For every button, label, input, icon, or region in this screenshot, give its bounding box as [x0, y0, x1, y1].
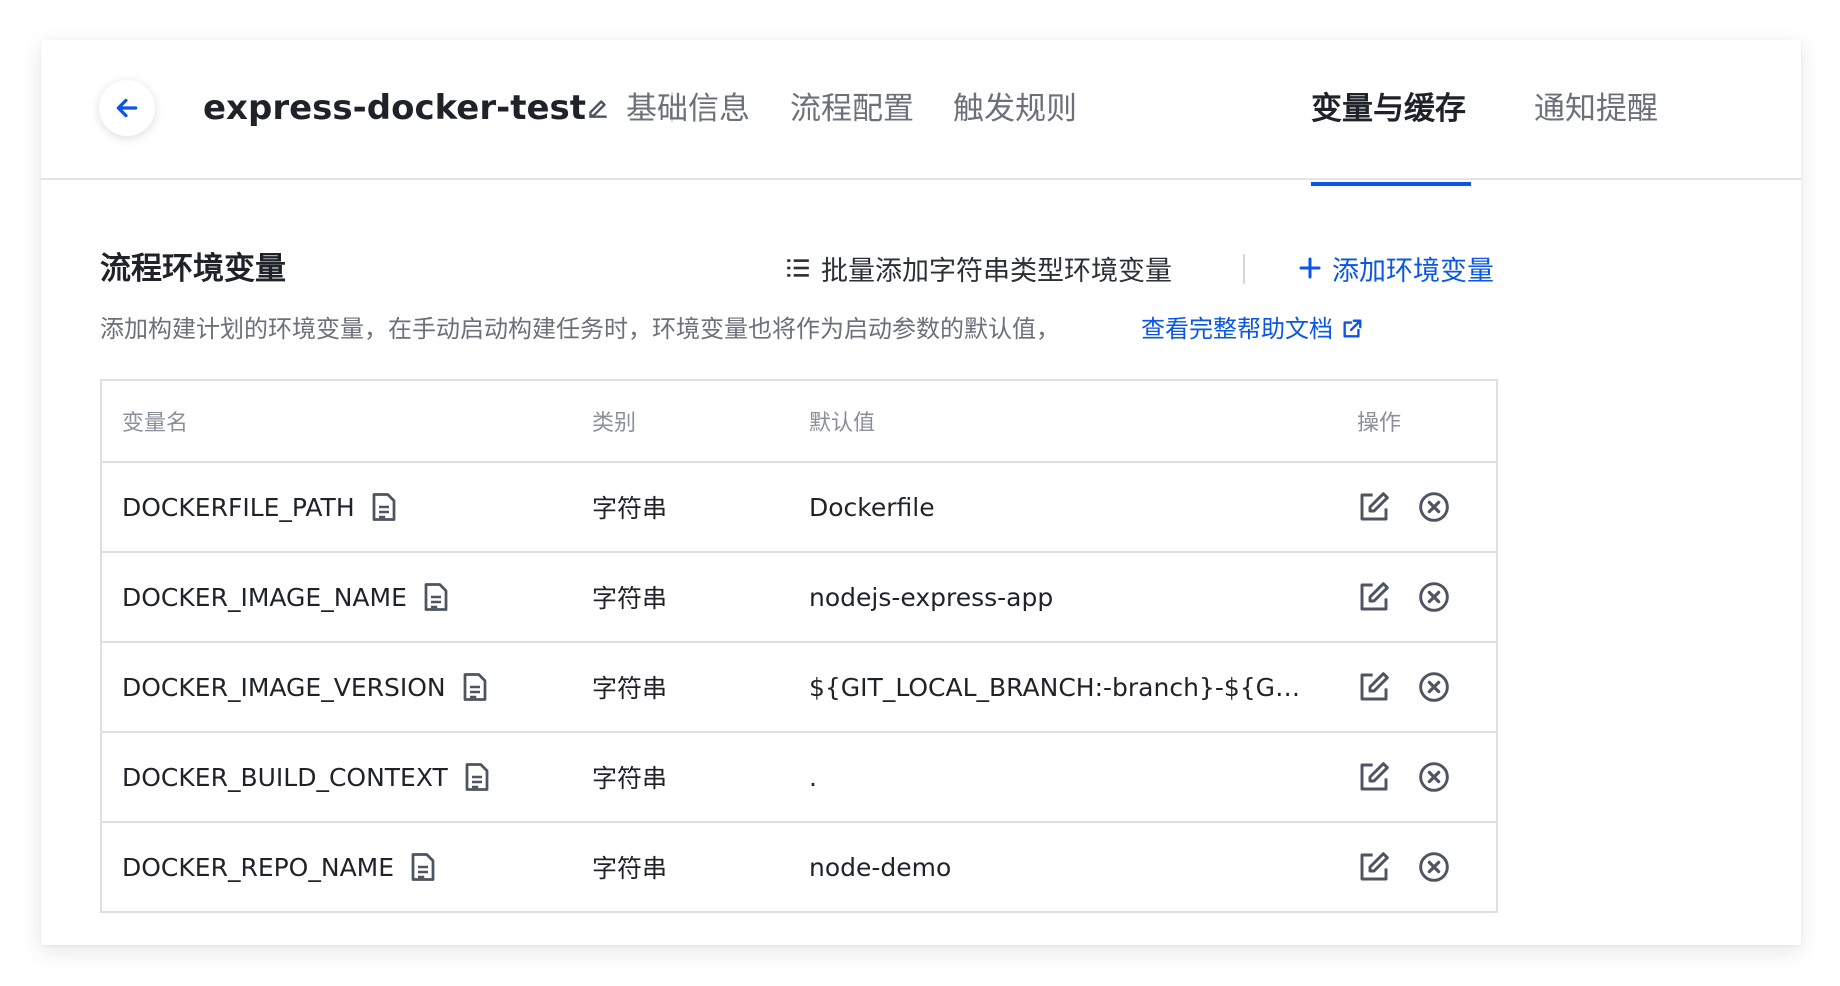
variable-default: node-demo [809, 852, 952, 882]
delete-icon[interactable] [1417, 580, 1451, 614]
add-variable-label: 添加环境变量 [1332, 255, 1494, 287]
variable-type: 字符串 [592, 764, 668, 793]
bulk-add-button[interactable]: 批量添加字符串类型环境变量 [785, 247, 1172, 289]
column-header-actions: 操作 [1357, 411, 1402, 436]
edit-icon[interactable] [1357, 670, 1391, 704]
delete-icon[interactable] [1417, 850, 1451, 884]
add-variable-button[interactable]: 添加环境变量 [1298, 247, 1494, 289]
section-title: 流程环境变量 [100, 251, 286, 287]
table-row: DOCKER_IMAGE_VERSION 字符串 ${GIT_LOCAL_BRA… [102, 641, 1496, 731]
edit-icon[interactable] [1357, 490, 1391, 524]
variable-name: DOCKER_REPO_NAME [122, 852, 395, 882]
edit-icon[interactable] [1357, 580, 1391, 614]
variable-type: 字符串 [592, 854, 668, 883]
tab-notifications[interactable]: 通知提醒 [1534, 88, 1658, 130]
edit-icon[interactable] [1357, 850, 1391, 884]
tab-pipeline-config[interactable]: 流程配置 [790, 88, 914, 130]
column-header-type: 类别 [592, 411, 637, 436]
active-tab-indicator [1311, 182, 1471, 186]
table-row: DOCKERFILE_PATH 字符串 Dockerfile [102, 461, 1496, 551]
help-doc-link[interactable]: 查看完整帮助文档 [1141, 312, 1363, 346]
table-header-row: 变量名 类别 默认值 操作 [102, 381, 1496, 461]
variable-name: DOCKERFILE_PATH [122, 492, 355, 522]
column-header-name: 变量名 [122, 411, 189, 436]
plus-icon [1299, 257, 1321, 279]
bulk-add-label: 批量添加字符串类型环境变量 [821, 255, 1172, 287]
document-icon [372, 493, 396, 521]
arrow-left-icon [116, 98, 138, 118]
edit-icon[interactable] [1357, 760, 1391, 794]
variable-name: DOCKER_IMAGE_VERSION [122, 672, 446, 702]
external-link-icon [1343, 319, 1362, 338]
variable-type: 字符串 [592, 584, 668, 613]
pipeline-title: express-docker-test [203, 88, 587, 128]
tab-basic-info[interactable]: 基础信息 [626, 88, 750, 130]
variable-default: . [809, 762, 817, 792]
tab-variables-cache[interactable]: 变量与缓存 [1311, 88, 1466, 130]
document-icon [424, 583, 448, 611]
help-doc-label: 查看完整帮助文档 [1141, 315, 1333, 343]
variable-default: nodejs-express-app [809, 582, 1054, 612]
variable-name: DOCKER_IMAGE_NAME [122, 582, 407, 612]
table-row: DOCKER_BUILD_CONTEXT 字符串 . [102, 731, 1496, 821]
tab-trigger-rules[interactable]: 触发规则 [953, 88, 1077, 130]
table-row: DOCKER_REPO_NAME 字符串 node-demo [102, 821, 1496, 911]
variables-table: 变量名 类别 默认值 操作 DOCKERFILE_PATH 字符串 Docker… [100, 379, 1498, 913]
document-icon [411, 853, 435, 881]
variable-type: 字符串 [592, 674, 668, 703]
section-description: 添加构建计划的环境变量，在手动启动构建任务时，环境变量也将作为启动参数的默认值， [100, 315, 1060, 343]
page-header: express-docker-test 基础信息 流程配置 触发规则 变量与缓存… [41, 40, 1801, 180]
document-icon [463, 673, 486, 701]
delete-icon[interactable] [1417, 490, 1451, 524]
delete-icon[interactable] [1417, 670, 1451, 704]
document-icon [465, 763, 489, 791]
table-row: DOCKER_IMAGE_NAME 字符串 nodejs-express-app [102, 551, 1496, 641]
variable-name: DOCKER_BUILD_CONTEXT [122, 762, 448, 792]
variable-default: Dockerfile [809, 492, 935, 522]
edit-title-icon[interactable] [585, 95, 611, 121]
back-button[interactable] [99, 80, 155, 136]
column-header-default: 默认值 [809, 411, 876, 436]
action-divider [1243, 254, 1245, 284]
variable-type: 字符串 [592, 494, 668, 523]
delete-icon[interactable] [1417, 760, 1451, 794]
variable-default: ${GIT_LOCAL_BRANCH:-branch}-${GI... [809, 672, 1304, 702]
pipeline-settings-card: express-docker-test 基础信息 流程配置 触发规则 变量与缓存… [41, 40, 1801, 945]
list-icon [787, 259, 809, 277]
